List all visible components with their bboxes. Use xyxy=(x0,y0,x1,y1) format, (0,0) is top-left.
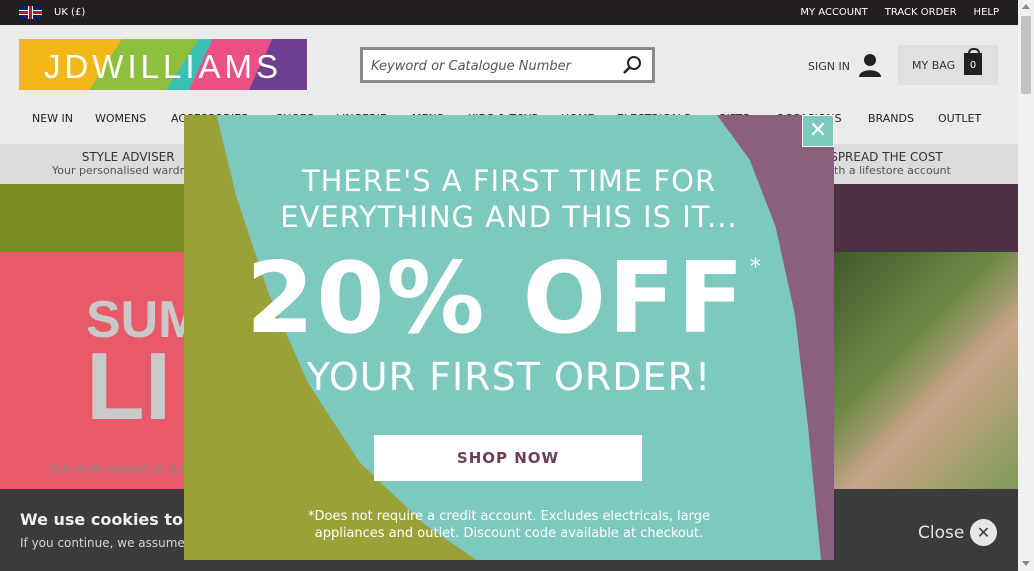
scroll-thumb[interactable] xyxy=(1021,16,1031,94)
user-icon xyxy=(858,53,882,80)
modal-fine-print: *Does not require a credit account. Excl… xyxy=(308,509,710,541)
site-header: JDWILLIAMS SIGN IN MY BAG 0 xyxy=(0,25,1018,105)
style-adviser-sub: Your personalised wardrobe xyxy=(52,164,205,177)
modal-headline-line-1: THERE'S A FIRST TIME FOR xyxy=(301,164,717,198)
top-links: MY ACCOUNT TRACK ORDER HELP xyxy=(800,7,999,18)
spread-cost-promo[interactable]: SPREAD THE COST with a lifestore account xyxy=(822,150,951,177)
spread-cost-sub: with a lifestore account xyxy=(822,164,951,177)
modal-headline-line-2: EVERYTHING AND THIS IS IT... xyxy=(280,200,738,234)
nav-brands[interactable]: BRANDS xyxy=(868,112,914,125)
track-order-link[interactable]: TRACK ORDER xyxy=(885,7,957,18)
modal-headline: THERE'S A FIRST TIME FOR EVERYTHING AND … xyxy=(184,163,834,235)
search-icon[interactable] xyxy=(622,55,642,75)
region-selector[interactable]: UK (£) xyxy=(54,7,85,18)
search-box xyxy=(360,47,655,83)
jdwilliams-logo[interactable]: JDWILLIAMS xyxy=(19,39,307,90)
bag-icon: 0 xyxy=(964,48,982,75)
uk-flag-icon[interactable] xyxy=(19,6,42,19)
nav-womens[interactable]: WOMENS xyxy=(95,112,146,125)
style-adviser-title: STYLE ADVISER xyxy=(81,150,175,164)
help-link[interactable]: HELP xyxy=(974,7,999,18)
nav-new-in[interactable]: NEW IN xyxy=(32,112,73,125)
shop-now-button[interactable]: SHOP NOW xyxy=(374,435,642,481)
cookie-close-label[interactable]: Close xyxy=(918,523,964,543)
style-adviser-promo[interactable]: STYLE ADVISER Your personalised wardrobe xyxy=(52,150,204,177)
page-scrollbar[interactable] xyxy=(1018,0,1034,571)
scroll-up-icon[interactable] xyxy=(1022,4,1030,9)
modal-discount: 20% OFF xyxy=(246,242,746,356)
nav-outlet[interactable]: OUTLET xyxy=(938,112,981,125)
logo-text: JDWILLIAMS xyxy=(43,48,283,85)
sign-in-label: SIGN IN xyxy=(808,60,850,73)
bag-label: MY BAG xyxy=(912,59,956,72)
hero-heading-2: LI xyxy=(86,333,172,440)
discount-modal: THERE'S A FIRST TIME FOR EVERYTHING AND … xyxy=(184,115,834,560)
hero-photo xyxy=(834,252,1018,492)
modal-close-icon[interactable]: ✕ xyxy=(802,115,834,147)
modal-asterisk: * xyxy=(750,255,761,280)
hero-text: Our new advert is out xyxy=(48,462,190,477)
my-bag-button[interactable]: MY BAG 0 xyxy=(898,45,998,85)
sign-in-link[interactable]: SIGN IN xyxy=(808,53,882,80)
modal-subhead: YOUR FIRST ORDER! xyxy=(306,355,712,399)
spread-cost-title: SPREAD THE COST xyxy=(830,150,943,164)
search-input[interactable] xyxy=(371,56,616,76)
scroll-down-icon[interactable] xyxy=(1022,561,1030,566)
top-bar: UK (£) MY ACCOUNT TRACK ORDER HELP xyxy=(0,0,1018,25)
cookie-close-icon[interactable]: ✕ xyxy=(970,519,997,546)
my-account-link[interactable]: MY ACCOUNT xyxy=(800,7,867,18)
